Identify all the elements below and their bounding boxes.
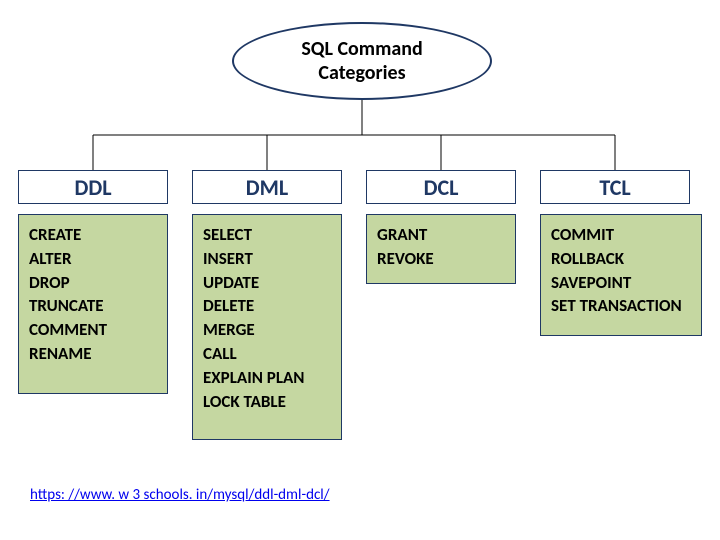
category-header-dcl: DCL xyxy=(366,170,516,204)
category-header-label: DCL xyxy=(424,174,459,201)
category-body-dcl: GRANT REVOKE xyxy=(366,214,516,284)
command-item: SAVEPOINT xyxy=(551,271,691,295)
command-item: GRANT xyxy=(377,223,505,247)
command-item: RENAME xyxy=(29,342,157,366)
diagram-title: SQL Command Categories xyxy=(232,22,492,100)
category-body-ddl: CREATE ALTER DROP TRUNCATE COMMENT RENAM… xyxy=(18,214,168,394)
category-body-tcl: COMMIT ROLLBACK SAVEPOINT SET TRANSACTIO… xyxy=(540,214,702,336)
command-item: UPDATE xyxy=(203,271,331,295)
category-header-dml: DML xyxy=(192,170,342,204)
command-item: ALTER xyxy=(29,247,157,271)
command-item: EXPLAIN PLAN xyxy=(203,366,331,390)
category-header-label: TCL xyxy=(599,174,630,201)
command-item: COMMENT xyxy=(29,318,157,342)
command-item: LOCK TABLE xyxy=(203,390,331,414)
command-item: CALL xyxy=(203,342,331,366)
category-header-label: DDL xyxy=(74,174,111,201)
source-link-text: https: //www. w 3 schools. in/mysql/ddl-… xyxy=(30,486,330,504)
command-item: COMMIT xyxy=(551,223,691,247)
command-item: DELETE xyxy=(203,294,331,318)
command-item: REVOKE xyxy=(377,247,505,271)
command-item: MERGE xyxy=(203,318,331,342)
diagram-title-text: SQL Command Categories xyxy=(301,37,422,85)
command-item: ROLLBACK xyxy=(551,247,691,271)
category-header-label: DML xyxy=(246,174,288,201)
category-body-dml: SELECT INSERT UPDATE DELETE MERGE CALL E… xyxy=(192,214,342,440)
command-item: DROP xyxy=(29,271,157,295)
command-item: SET TRANSACTION xyxy=(551,294,691,318)
category-header-ddl: DDL xyxy=(18,170,168,204)
command-item: INSERT xyxy=(203,247,331,271)
command-item: CREATE xyxy=(29,223,157,247)
source-link[interactable]: https: //www. w 3 schools. in/mysql/ddl-… xyxy=(30,486,330,504)
command-item: TRUNCATE xyxy=(29,294,157,318)
category-header-tcl: TCL xyxy=(540,170,690,204)
command-item: SELECT xyxy=(203,223,331,247)
